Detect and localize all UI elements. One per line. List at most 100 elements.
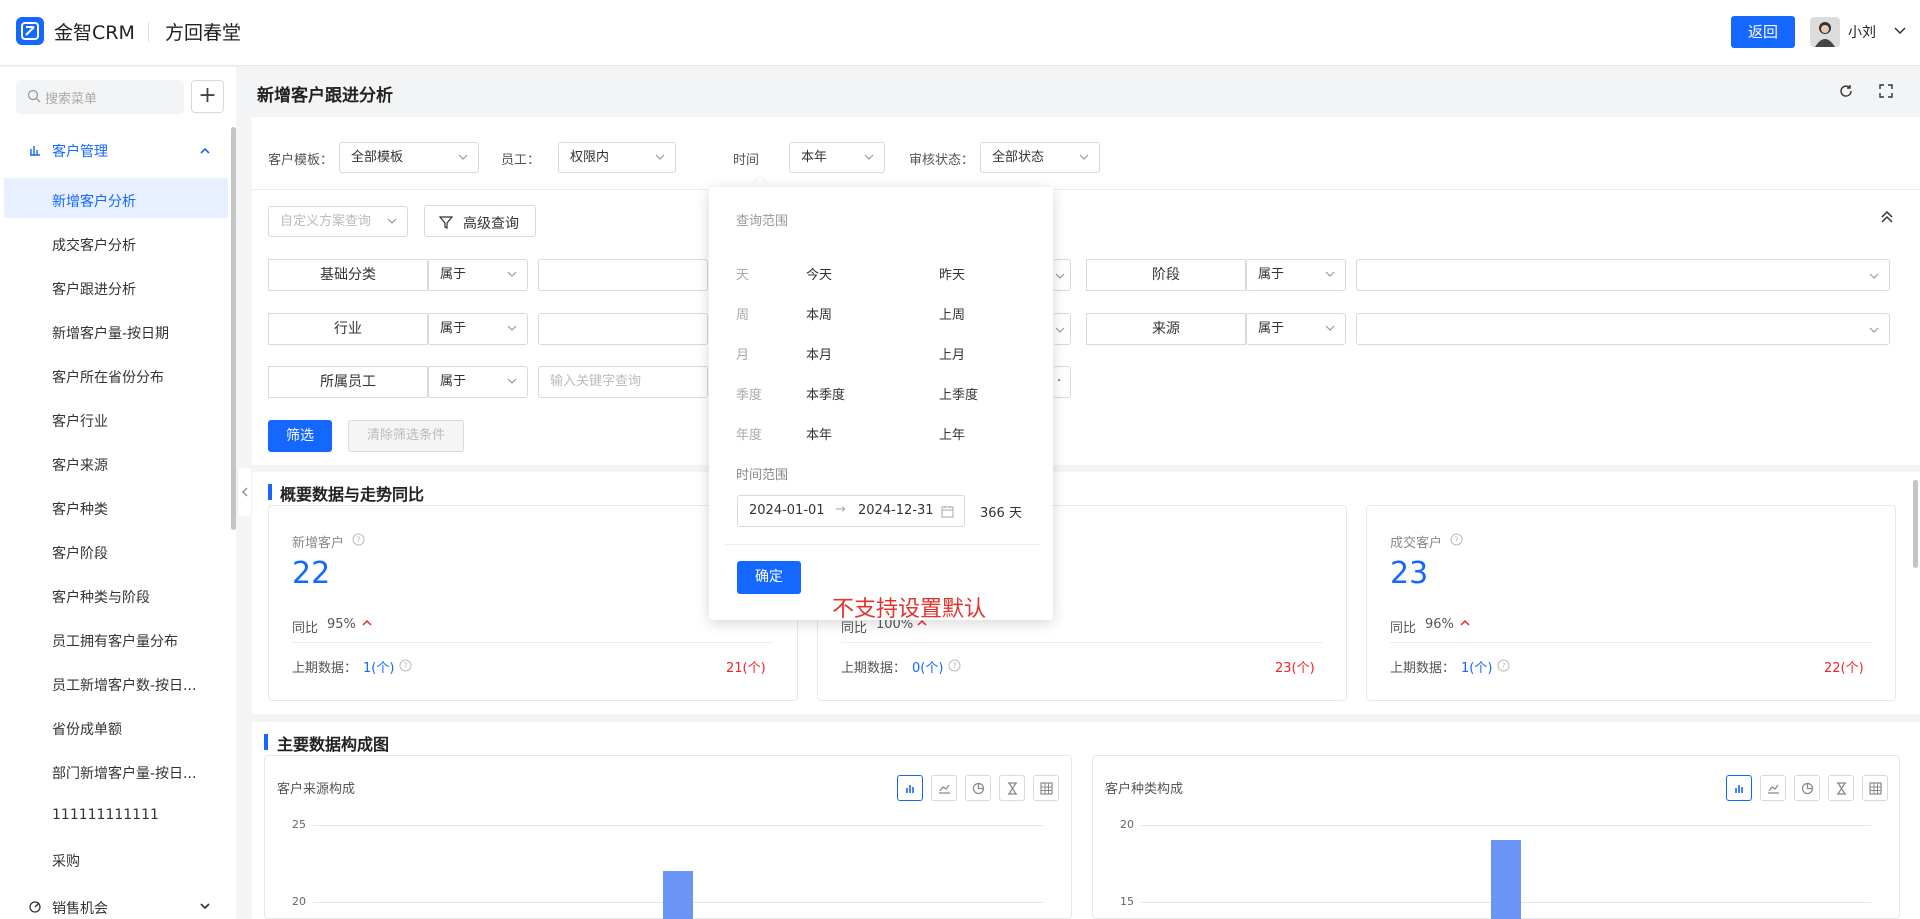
- pie-chart-icon[interactable]: [1794, 775, 1820, 801]
- line-chart-icon[interactable]: [1760, 775, 1786, 801]
- time-select[interactable]: 本年: [789, 142, 885, 173]
- date-range-picker[interactable]: 2024-01-01 → 2024-12-31: [737, 495, 965, 527]
- filter-op-basic-category[interactable]: 属于: [428, 259, 528, 291]
- sidebar-item[interactable]: 新增客户量-按日期: [52, 323, 169, 343]
- sidebar-item[interactable]: 成交客户分析: [52, 235, 136, 255]
- filter-value-basic-category[interactable]: [538, 259, 708, 291]
- table-icon[interactable]: [1862, 775, 1888, 801]
- filter-value-hidden-edge[interactable]: [1053, 313, 1071, 345]
- page-title: 新增客户跟进分析: [257, 86, 393, 106]
- filter-op-industry[interactable]: 属于: [428, 313, 528, 345]
- sidebar-item[interactable]: 员工拥有客户量分布: [52, 631, 178, 651]
- quick-option[interactable]: 本季度: [806, 384, 845, 403]
- refresh-icon[interactable]: [1838, 83, 1854, 99]
- sidebar-item[interactable]: 省份成单额: [52, 719, 122, 739]
- sidebar-group-customer-management[interactable]: 客户管理: [52, 141, 108, 161]
- svg-text:?: ?: [1501, 662, 1505, 671]
- user-name[interactable]: 小刘: [1848, 22, 1876, 42]
- sidebar-item[interactable]: 新增客户分析: [52, 191, 136, 211]
- menu-search-input[interactable]: [16, 80, 184, 114]
- confirm-button[interactable]: 确定: [737, 561, 801, 594]
- sidebar-item[interactable]: 采购: [52, 851, 80, 871]
- sidebar-item[interactable]: 客户种类与阶段: [52, 587, 150, 607]
- filter-value-industry[interactable]: [538, 313, 708, 345]
- bar-chart-icon[interactable]: [1726, 775, 1752, 801]
- pie-chart-icon[interactable]: [965, 775, 991, 801]
- sidebar-group-sales-opportunity[interactable]: 销售机会: [52, 898, 108, 918]
- chart-bar[interactable]: [663, 871, 693, 919]
- time-value: 本年: [801, 150, 828, 165]
- chart-bar[interactable]: [1491, 840, 1521, 919]
- sidebar-item[interactable]: 员工新增客户数-按日...: [52, 675, 196, 695]
- keyword-search-input[interactable]: 输入关键字查询: [538, 366, 708, 398]
- back-button[interactable]: 返回: [1731, 16, 1795, 48]
- funnel-icon[interactable]: [1828, 775, 1854, 801]
- funnel-icon[interactable]: [999, 775, 1025, 801]
- advanced-query-button[interactable]: 高级查询: [424, 205, 536, 237]
- sidebar-scrollbar[interactable]: [231, 127, 236, 530]
- help-icon[interactable]: ?: [948, 659, 961, 672]
- sidebar-item[interactable]: 客户行业: [52, 411, 108, 431]
- app-logo-icon[interactable]: [16, 17, 44, 45]
- chevron-down-icon: [1869, 273, 1879, 279]
- start-date[interactable]: 2024-01-01: [749, 503, 825, 518]
- quick-option[interactable]: 上季度: [939, 384, 978, 403]
- help-icon[interactable]: ?: [352, 533, 365, 546]
- chevron-up-icon[interactable]: [199, 147, 211, 155]
- range-label: 时间范围: [736, 468, 789, 483]
- add-menu-button[interactable]: +: [191, 80, 224, 113]
- template-select[interactable]: 全部模板: [339, 142, 479, 173]
- header-divider: [148, 22, 149, 42]
- chevron-down-icon: [387, 218, 397, 224]
- staff-select[interactable]: 权限内: [558, 142, 676, 173]
- fullscreen-icon[interactable]: [1878, 83, 1894, 99]
- quick-option[interactable]: 上年: [939, 424, 965, 443]
- filter-value-stage[interactable]: [1356, 259, 1890, 291]
- filter-op-owner-staff[interactable]: 属于: [428, 366, 528, 398]
- table-icon[interactable]: [1033, 775, 1059, 801]
- y-tick-label: 20: [292, 895, 306, 908]
- filter-value-source[interactable]: [1356, 313, 1890, 345]
- help-icon[interactable]: ?: [1450, 533, 1463, 546]
- avatar[interactable]: [1810, 17, 1840, 47]
- help-icon[interactable]: ?: [399, 659, 412, 672]
- clear-filter-button[interactable]: 清除筛选条件: [348, 420, 464, 452]
- audit-select[interactable]: 全部状态: [980, 142, 1100, 173]
- main-scrollbar[interactable]: [1913, 480, 1918, 568]
- help-icon[interactable]: ?: [1497, 659, 1510, 672]
- apply-filter-button[interactable]: 筛选: [268, 420, 332, 452]
- quick-option[interactable]: 上月: [939, 344, 965, 363]
- sidebar-item[interactable]: 客户所在省份分布: [52, 367, 164, 387]
- quick-option[interactable]: 本年: [806, 424, 832, 443]
- svg-text:?: ?: [952, 662, 956, 671]
- sidebar-item[interactable]: 部门新增客户量-按日...: [52, 763, 196, 783]
- sidebar-item[interactable]: 客户跟进分析: [52, 279, 136, 299]
- sidebar-item[interactable]: 客户阶段: [52, 543, 108, 563]
- filter-op-source[interactable]: 属于: [1246, 313, 1346, 345]
- svg-text:?: ?: [403, 662, 407, 671]
- chevron-down-icon: [1325, 325, 1335, 331]
- quick-option[interactable]: 昨天: [939, 264, 965, 283]
- bar-chart-icon[interactable]: [897, 775, 923, 801]
- more-options-edge[interactable]: ·: [1053, 366, 1071, 398]
- sidebar-item[interactable]: 客户来源: [52, 455, 108, 475]
- filter-op-stage[interactable]: 属于: [1246, 259, 1346, 291]
- audit-label: 审核状态：: [909, 153, 975, 168]
- filter-value-hidden-edge[interactable]: [1053, 259, 1071, 291]
- line-chart-icon[interactable]: [931, 775, 957, 801]
- quick-option[interactable]: 上周: [939, 304, 965, 323]
- collapse-up-icon[interactable]: [1879, 209, 1895, 225]
- quick-option[interactable]: 今天: [806, 264, 832, 283]
- end-date[interactable]: 2024-12-31: [858, 503, 934, 518]
- sidebar-item[interactable]: 客户种类: [52, 499, 108, 519]
- chevron-down-icon: [507, 325, 517, 331]
- chevron-down-icon[interactable]: [199, 902, 211, 910]
- sidebar-item[interactable]: 111111111111: [52, 807, 159, 823]
- prev-label: 上期数据：: [841, 661, 907, 676]
- quick-option[interactable]: 本月: [806, 344, 832, 363]
- user-menu-chevron-icon[interactable]: [1893, 24, 1907, 38]
- sales-opportunity-icon: [28, 900, 42, 914]
- sidebar-collapse-toggle[interactable]: [239, 468, 251, 516]
- quick-option[interactable]: 本周: [806, 304, 832, 323]
- custom-query-select[interactable]: 自定义方案查询: [268, 206, 408, 237]
